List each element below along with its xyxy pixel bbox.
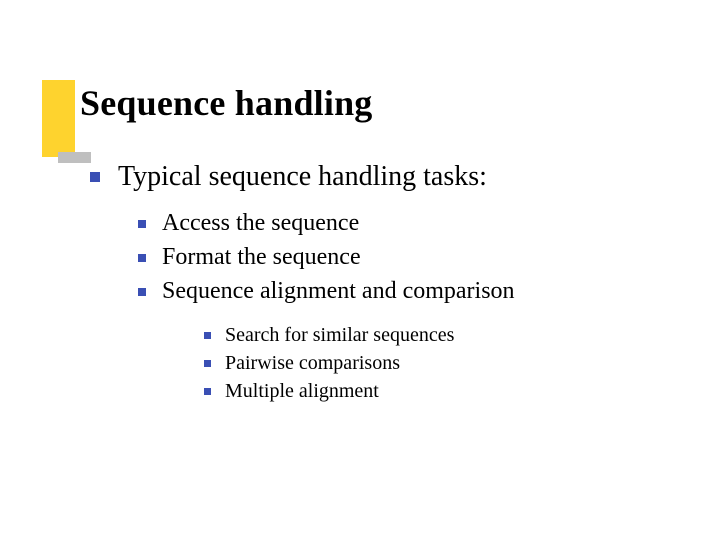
list-item-label: Search for similar sequences xyxy=(225,322,454,348)
list-item: Search for similar sequences xyxy=(204,322,660,348)
decor-yellow-block xyxy=(42,80,75,157)
square-bullet-icon xyxy=(138,288,146,296)
list-item: Access the sequence xyxy=(138,208,660,238)
list-item-label: Pairwise comparisons xyxy=(225,350,400,376)
list-item: Typical sequence handling tasks: xyxy=(90,160,660,194)
list-item-label: Format the sequence xyxy=(162,242,361,272)
slide: Sequence handling Typical sequence handl… xyxy=(0,0,720,540)
square-bullet-icon xyxy=(90,172,100,182)
list-item-label: Sequence alignment and comparison xyxy=(162,276,515,306)
list-item: Format the sequence xyxy=(138,242,660,272)
square-bullet-icon xyxy=(138,254,146,262)
list-item: Pairwise comparisons xyxy=(204,350,660,376)
list-item-label: Multiple alignment xyxy=(225,378,379,404)
slide-body: Typical sequence handling tasks: Access … xyxy=(90,160,660,404)
list-item: Sequence alignment and comparison xyxy=(138,276,660,306)
decor-gray-block xyxy=(58,152,91,163)
square-bullet-icon xyxy=(138,220,146,228)
slide-title: Sequence handling xyxy=(80,82,373,124)
square-bullet-icon xyxy=(204,388,211,395)
list-item-label: Access the sequence xyxy=(162,208,359,238)
square-bullet-icon xyxy=(204,332,211,339)
list-item-label: Typical sequence handling tasks: xyxy=(118,160,487,194)
list-item: Multiple alignment xyxy=(204,378,660,404)
square-bullet-icon xyxy=(204,360,211,367)
